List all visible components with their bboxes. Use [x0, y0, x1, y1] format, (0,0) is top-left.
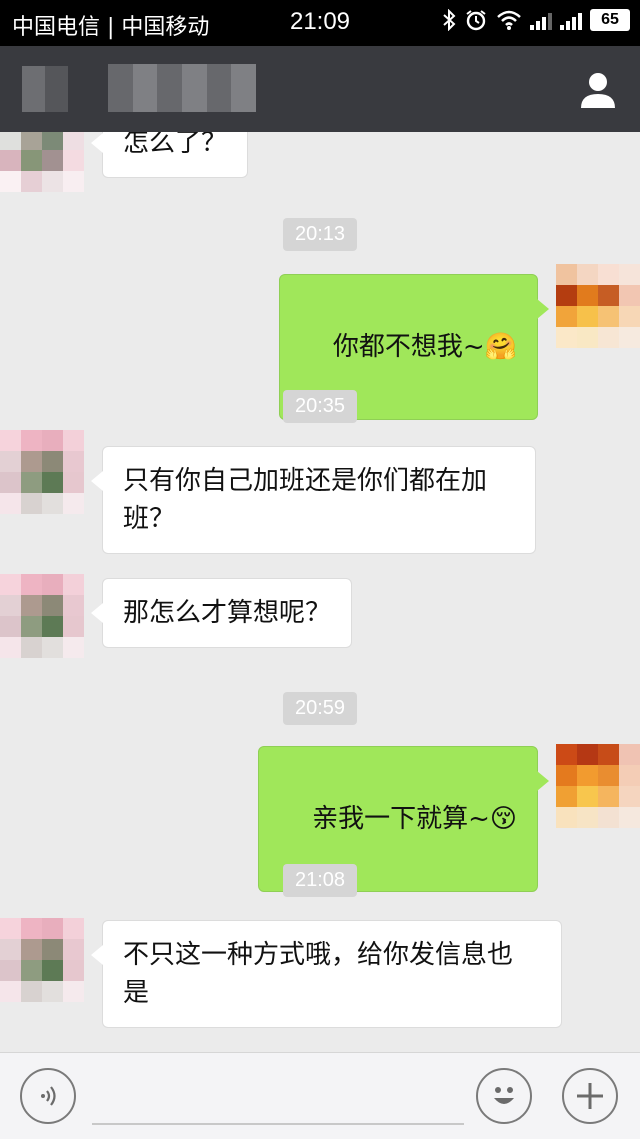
- chat-area: 怎么了？ 20:13 你都不想我~🤗 20:35 只有你自己加班还是你们都在加 …: [0, 132, 640, 1052]
- kiss-emoji-icon: 😚: [489, 804, 517, 834]
- contact-avatar: [0, 430, 84, 514]
- plus-icon: [577, 1083, 603, 1109]
- person-icon[interactable]: [578, 70, 618, 110]
- my-avatar: [556, 744, 640, 828]
- status-bar: 中国电信 | 中国移动 21:09 65: [0, 0, 640, 46]
- emoji-button[interactable]: [476, 1068, 532, 1124]
- contact-avatar: [0, 574, 84, 658]
- chat-title: [108, 64, 256, 112]
- title-bar: [0, 46, 640, 132]
- message-bubble-incoming[interactable]: 那怎么才算想呢？: [90, 578, 353, 648]
- message-text: 你都不想我~: [332, 332, 485, 362]
- voice-icon: [41, 1086, 56, 1106]
- bluetooth-icon: [443, 9, 456, 31]
- message-bubble-incoming[interactable]: 只有你自己加班还是你们都在加 班？: [91, 446, 536, 554]
- voice-button[interactable]: [20, 1068, 76, 1124]
- status-icons: 65: [442, 8, 630, 32]
- message-bubble-incoming[interactable]: 不只这一种方式哦，给你发信息也 是: [91, 920, 562, 1028]
- input-bar: [0, 1052, 640, 1139]
- signal-icon-2: [560, 10, 582, 30]
- more-button[interactable]: [562, 1068, 618, 1124]
- message-text: 亲我一下就算~: [312, 804, 490, 834]
- battery-indicator: 65: [590, 9, 630, 31]
- timestamp: 20:59: [0, 692, 640, 725]
- wifi-icon: [497, 10, 521, 30]
- contact-avatar: [0, 132, 84, 192]
- timestamp: 20:13: [0, 218, 640, 251]
- message-input[interactable]: [92, 1123, 464, 1125]
- contact-avatar: [0, 918, 84, 1002]
- back-button[interactable]: [22, 66, 68, 112]
- signal-icon-1: [530, 10, 552, 30]
- my-avatar: [556, 264, 640, 348]
- alarm-icon: [466, 10, 486, 31]
- hug-emoji-icon: 🤗: [484, 332, 517, 362]
- timestamp: 20:35: [0, 390, 640, 423]
- message-bubble-incoming[interactable]: 怎么了？: [90, 132, 249, 178]
- timestamp: 21:08: [0, 864, 640, 897]
- smiley-icon: [494, 1087, 514, 1104]
